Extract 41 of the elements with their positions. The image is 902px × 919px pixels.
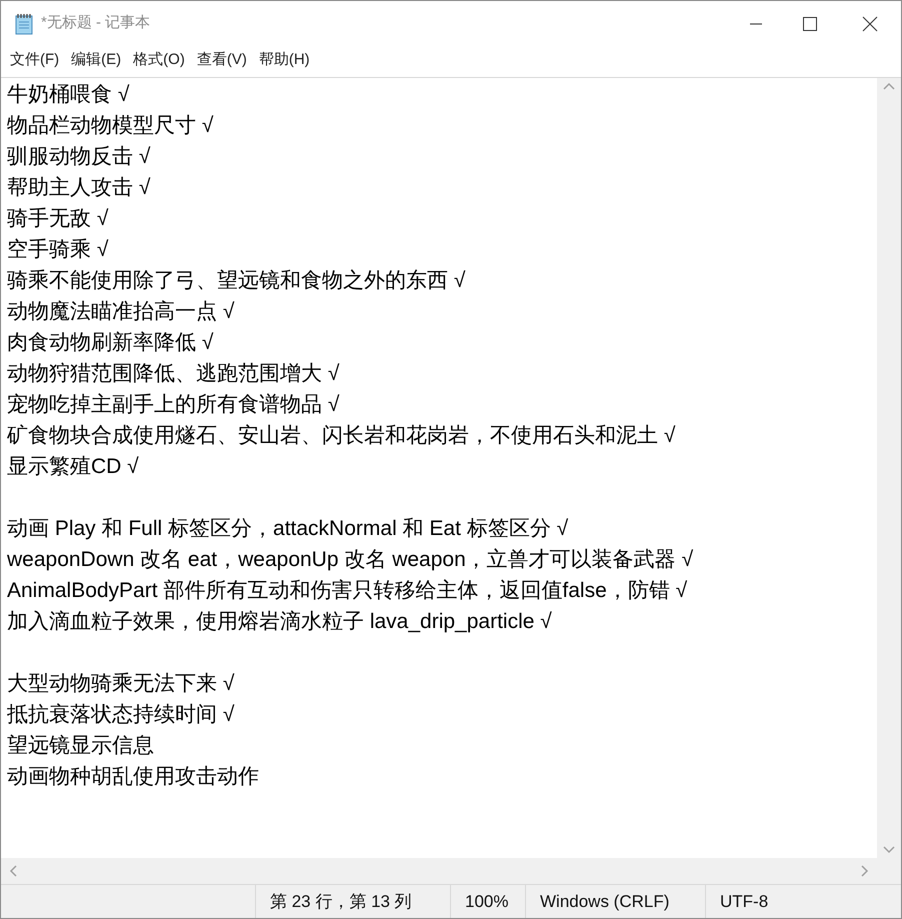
text-line: 空手骑乘 √ <box>7 237 108 263</box>
minimize-icon <box>750 22 762 24</box>
notepad-icon <box>14 12 34 34</box>
text-line: AnimalBodyPart 部件所有互动和伤害只转移给主体，返回值false，防错 √ <box>7 578 688 604</box>
scroll-up-icon[interactable] <box>883 82 895 90</box>
text-line: 物品栏动物模型尺寸 √ <box>7 113 214 139</box>
text-line: 动画 Play 和 Full 标签区分，attackNormal 和 Eat 标签区分 √ <box>7 516 568 542</box>
close-icon <box>862 16 878 32</box>
status-text: 100% <box>465 890 508 913</box>
text-line: 帮助主人攻击 √ <box>7 175 150 201</box>
menu-item[interactable]: 编辑(E) <box>70 48 122 72</box>
horizontal-scrollbar[interactable] <box>1 858 877 884</box>
scroll-right-icon[interactable] <box>861 865 869 877</box>
text-line: 矿食物块合成使用燧石、安山岩、闪长岩和花岗岩，不使用石头和泥土 √ <box>7 423 676 449</box>
text-line: 大型动物骑乘无法下来 √ <box>7 671 234 697</box>
text-line: 望远镜显示信息 <box>7 733 154 759</box>
status-text: UTF-8 <box>720 890 768 913</box>
menu-item[interactable]: 查看(V) <box>196 48 248 72</box>
text-line: 抵抗衰落状态持续时间 √ <box>7 702 234 728</box>
scroll-down-icon[interactable] <box>883 846 895 854</box>
menu-item[interactable]: 文件(F) <box>9 48 60 72</box>
maximize-icon <box>803 16 817 30</box>
text-line: 显示繁殖CD √ <box>7 454 139 480</box>
text-line: 牛奶桶喂食 √ <box>7 82 130 108</box>
menu-item[interactable]: 帮助(H) <box>258 48 311 72</box>
text-line: 肉食动物刷新率降低 √ <box>7 330 214 356</box>
text-line: 动画物种胡乱使用攻击动作 <box>7 764 259 790</box>
text-line: 动物魔法瞄准抬高一点 √ <box>7 299 234 325</box>
text-line: 加入滴血粒子效果，使用熔岩滴水粒子 lava_drip_particle √ <box>7 609 552 635</box>
text-line: 宠物吃掉主副手上的所有食谱物品 √ <box>7 392 340 418</box>
text-line: 骑手无敌 √ <box>7 206 108 232</box>
status-text: 第 23 行，第 13 列 <box>270 890 412 913</box>
window-title: *无标题 - 记事本 <box>41 13 150 34</box>
text-line: 骑乘不能使用除了弓、望远镜和食物之外的东西 √ <box>7 268 466 294</box>
text-line: 动物狩猎范围降低、逃跑范围增大 √ <box>7 361 340 387</box>
menu-item[interactable]: 格式(O) <box>132 48 186 72</box>
status-text: Windows (CRLF) <box>540 890 670 913</box>
text-line: weaponDown 改名 eat，weaponUp 改名 weapon，立兽才可以装备武器 √ <box>7 547 694 573</box>
vertical-scrollbar[interactable] <box>877 78 901 858</box>
text-line: 驯服动物反击 √ <box>7 144 150 170</box>
scroll-left-icon[interactable] <box>9 865 17 877</box>
